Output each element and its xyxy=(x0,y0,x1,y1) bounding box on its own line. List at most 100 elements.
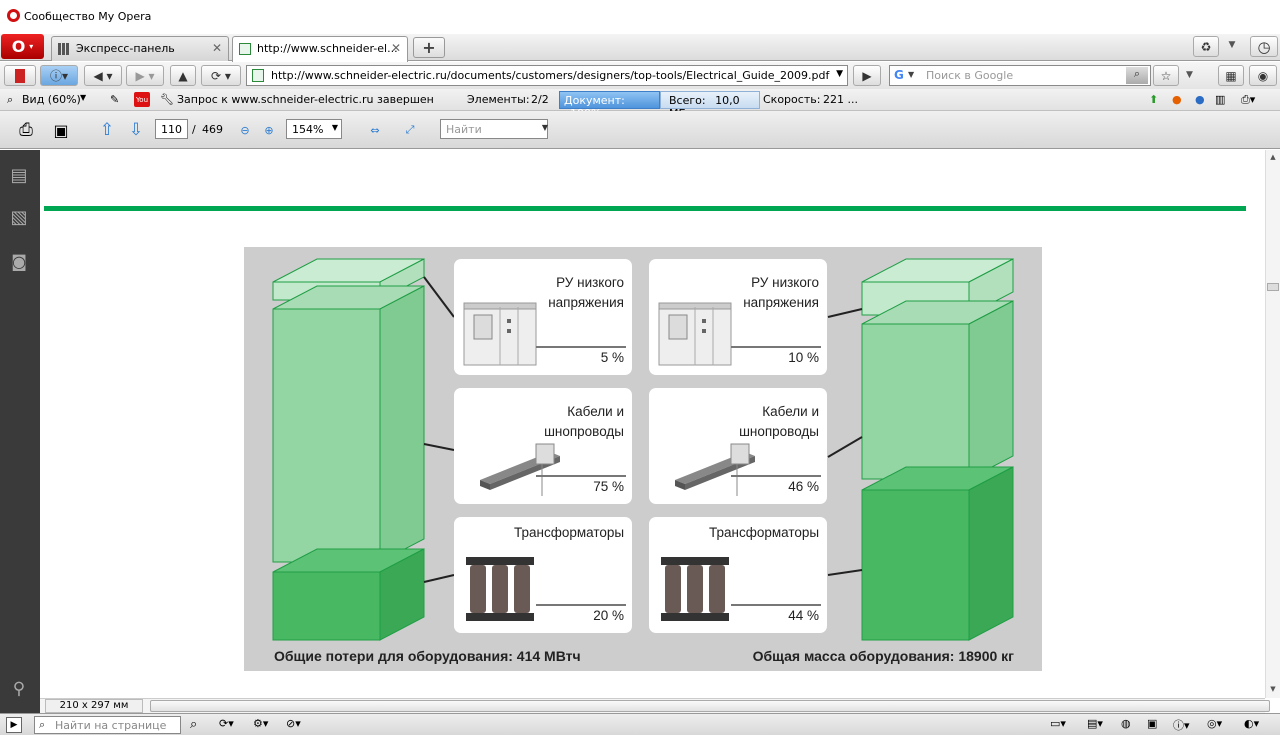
opera-menu-button[interactable]: O ▾ xyxy=(1,34,44,59)
clock-icon[interactable]: ◷ xyxy=(1250,36,1278,57)
forward-button[interactable]: ▶ ▾ xyxy=(126,65,164,86)
arrow-down-icon[interactable]: ⇩ xyxy=(125,119,147,141)
tab-label: http://www.schneider-el... xyxy=(257,42,398,55)
trash-icon[interactable]: ♻ xyxy=(1193,36,1219,57)
tab-pdf-document[interactable]: http://www.schneider-el... ✕ xyxy=(232,36,408,62)
bookmark-icon[interactable] xyxy=(4,65,36,86)
card-label: РУ низкого напряжения xyxy=(548,275,624,310)
zoom-out-icon[interactable]: ⊖ xyxy=(234,119,256,141)
card-divider xyxy=(731,475,821,477)
status-bar: ▶ ⌕ Найти на странице ⌕ ⟳▾ ⚙▾ ⊘▾ ▭▾ ▤▾ ◍… xyxy=(0,713,1280,735)
info-icon[interactable]: ⓘ▾ xyxy=(1173,717,1190,733)
card-transformers-losses: Трансформаторы 20 % xyxy=(454,517,632,633)
pages-icon[interactable]: ▤ xyxy=(9,164,29,186)
zoom-select[interactable]: 154% ▼ xyxy=(286,119,342,139)
scroll-up-icon[interactable]: ▲ xyxy=(1267,151,1279,163)
find-in-page-input[interactable]: ⌕ Найти на странице xyxy=(34,716,181,734)
turbo-icon[interactable]: ⟳▾ xyxy=(219,717,234,730)
side-panel: ▤ ▧ ◙ ⚲ xyxy=(0,150,40,713)
fit-width-icon[interactable]: ⇔ xyxy=(364,119,386,141)
equipment-stacks-graphic xyxy=(272,258,1014,641)
search-icon[interactable]: ⌕ xyxy=(1126,67,1148,84)
address-toolbar: ⓘ▾ ◀ ▾ ▶ ▾ ▲ ⟳ ▾ http://www.schneider-el… xyxy=(0,62,1280,89)
pdf-find-input[interactable]: Найти ▼ xyxy=(440,119,548,139)
cookie-icon[interactable]: ◍ xyxy=(1121,717,1131,730)
horizontal-scrollbar[interactable] xyxy=(40,698,1270,713)
page-number-input[interactable]: 110 xyxy=(155,119,188,139)
up-arrow-icon[interactable]: ⬆ xyxy=(1149,93,1158,106)
info-icon[interactable]: ⓘ▾ xyxy=(40,65,78,86)
chevron-down-icon[interactable]: ▼ xyxy=(1186,70,1193,80)
search-input[interactable]: G ▼ Поиск в Google ⌕ xyxy=(889,65,1151,86)
card-lv-switchgear-mass: РУ низкого напряжения 10 % xyxy=(649,259,827,375)
fit-page-icon[interactable]: ⤢ xyxy=(399,119,421,141)
globe-icon[interactable]: ◎▾ xyxy=(1207,717,1222,730)
search-placeholder: Поиск в Google xyxy=(926,69,1014,82)
address-url: http://www.schneider-electric.ru/documen… xyxy=(271,69,830,82)
panel-toggle-icon[interactable]: ▶ xyxy=(6,717,22,733)
wand-icon[interactable]: ✎ xyxy=(110,93,119,106)
image-toggle-icon[interactable]: ▭▾ xyxy=(1050,717,1066,730)
star-icon[interactable]: ☆ xyxy=(1153,65,1179,86)
world-icon[interactable]: ◐▾ xyxy=(1244,717,1259,730)
address-input[interactable]: http://www.schneider-electric.ru/documen… xyxy=(246,65,848,86)
zoom-icon[interactable]: ⌕ xyxy=(190,717,197,732)
scroll-thumb[interactable] xyxy=(1267,283,1279,291)
scroll-thumb[interactable] xyxy=(150,700,1270,712)
zoom-in-icon[interactable]: ⊕ xyxy=(258,119,280,141)
chevron-down-icon[interactable]: ▼ xyxy=(80,93,86,102)
youtube-icon[interactable]: You xyxy=(134,92,150,107)
close-tab-icon[interactable]: ✕ xyxy=(391,41,401,55)
document-progress: Документ: 100% xyxy=(559,91,660,120)
bookmarks-icon[interactable]: ▧ xyxy=(9,206,29,228)
network-icon[interactable]: ⚙▾ xyxy=(253,717,268,730)
go-button[interactable]: ▶ xyxy=(853,65,881,86)
notes-icon[interactable]: ▦ xyxy=(1218,65,1244,86)
chevron-down-icon[interactable]: ▼ xyxy=(908,70,914,79)
arrow-up-icon[interactable]: ⇧ xyxy=(96,119,118,141)
print-icon[interactable]: ⎙ xyxy=(15,119,37,141)
style-icon[interactable]: ▤▾ xyxy=(1087,717,1103,730)
pdf-document-view[interactable]: РУ низкого напряжения 5 % Кабели и шнопр… xyxy=(40,150,1265,698)
speed-value: 221 ... xyxy=(823,93,858,106)
speed-label: Скорость: xyxy=(763,93,821,106)
scroll-down-icon[interactable]: ▼ xyxy=(1267,683,1279,695)
close-tab-icon[interactable]: ✕ xyxy=(212,41,222,55)
reload-button[interactable]: ⟳ ▾ xyxy=(201,65,241,86)
view-zoom[interactable]: Вид (60%) xyxy=(22,93,81,106)
pdf-find-placeholder: Найти xyxy=(446,123,482,136)
chevron-down-icon[interactable]: ▼ xyxy=(1225,40,1239,50)
vertical-scrollbar[interactable]: ▲ ▼ xyxy=(1265,150,1280,698)
zoom-icon[interactable]: ⌕ xyxy=(7,93,13,107)
card-percentage: 20 % xyxy=(593,608,624,623)
save-icon[interactable]: ▣ xyxy=(50,119,72,141)
card-label: Кабели и шнопроводы xyxy=(544,404,624,439)
opera-unite-icon[interactable]: ◉ xyxy=(1249,65,1277,86)
page-separator: / xyxy=(192,123,196,136)
right-stack xyxy=(861,258,1014,641)
find-placeholder: Найти на странице xyxy=(55,719,167,732)
page-total: 469 xyxy=(202,123,223,136)
firefox-icon[interactable]: ● xyxy=(1172,93,1182,106)
zoom-value: 154% xyxy=(292,123,324,136)
card-percentage: 10 % xyxy=(788,350,819,365)
attachment-icon[interactable]: ⚲ xyxy=(9,678,29,700)
home-up-button[interactable]: ▲ xyxy=(170,65,196,86)
tab-bar: O ▾ Экспресс-панель ✕ http://www.schneide… xyxy=(0,34,1280,62)
window-title: Сообщество My Opera xyxy=(24,10,152,23)
chat-icon[interactable]: ● xyxy=(1195,93,1205,106)
card-cables-losses: Кабели и шнопроводы 75 % xyxy=(454,388,632,504)
panel-icon[interactable]: ▥ xyxy=(1215,93,1225,106)
back-button[interactable]: ◀ ▾ xyxy=(84,65,122,86)
caption-total-mass: Общая масса оборудования: 18900 кг xyxy=(752,648,1014,664)
elements-value: 2/2 xyxy=(531,93,549,106)
binoculars-icon[interactable]: ◙ xyxy=(9,250,29,272)
print-icon[interactable]: ⎙▾ xyxy=(1241,93,1255,107)
new-tab-button[interactable]: + xyxy=(413,37,445,58)
tab-speed-dial[interactable]: Экспресс-панель ✕ xyxy=(51,36,229,61)
card-percentage: 46 % xyxy=(788,479,819,494)
page-info-icon[interactable]: ▣ xyxy=(1147,717,1157,730)
block-content-icon[interactable]: ⊘▾ xyxy=(286,717,301,730)
chevron-down-icon[interactable]: ▼ xyxy=(836,69,843,79)
progress-bar: ⌕ Вид (60%) ▼ ✎ You 🔧︎ Запрос к www.schn… xyxy=(0,89,1280,120)
